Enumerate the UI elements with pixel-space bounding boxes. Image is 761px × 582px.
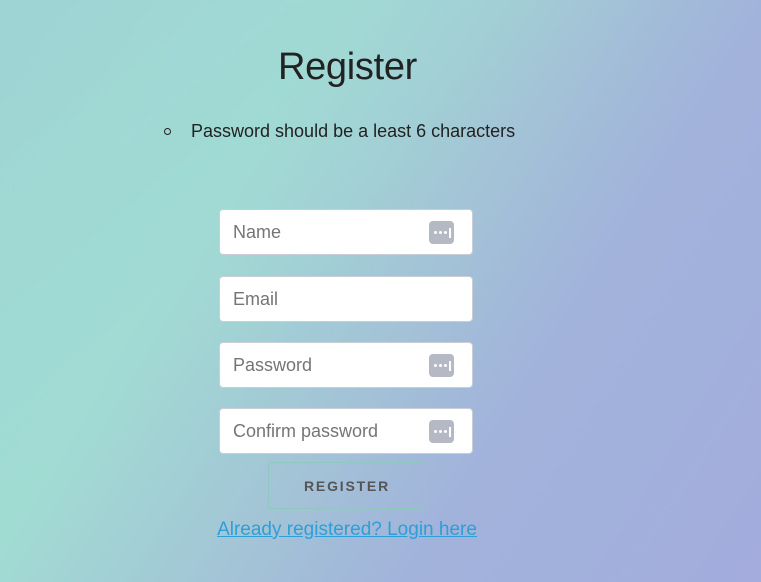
password-manager-icon[interactable]	[429, 221, 454, 244]
email-input[interactable]	[220, 277, 472, 321]
confirm-password-field-wrapper	[219, 408, 473, 454]
password-rule-item: Password should be a least 6 characters	[162, 119, 515, 143]
password-manager-icon[interactable]	[429, 420, 454, 443]
login-link[interactable]: Already registered? Login here	[0, 519, 694, 541]
password-manager-icon[interactable]	[429, 354, 454, 377]
email-field-wrapper	[219, 276, 473, 322]
password-field-wrapper	[219, 342, 473, 388]
password-rule-text: Password should be a least 6 characters	[191, 121, 516, 141]
name-field-wrapper	[219, 209, 473, 255]
page-title: Register	[277, 46, 418, 88]
bullet-icon	[164, 128, 171, 135]
password-rules-list: Password should be a least 6 characters	[162, 119, 515, 143]
register-button[interactable]: REGISTER	[268, 462, 426, 509]
